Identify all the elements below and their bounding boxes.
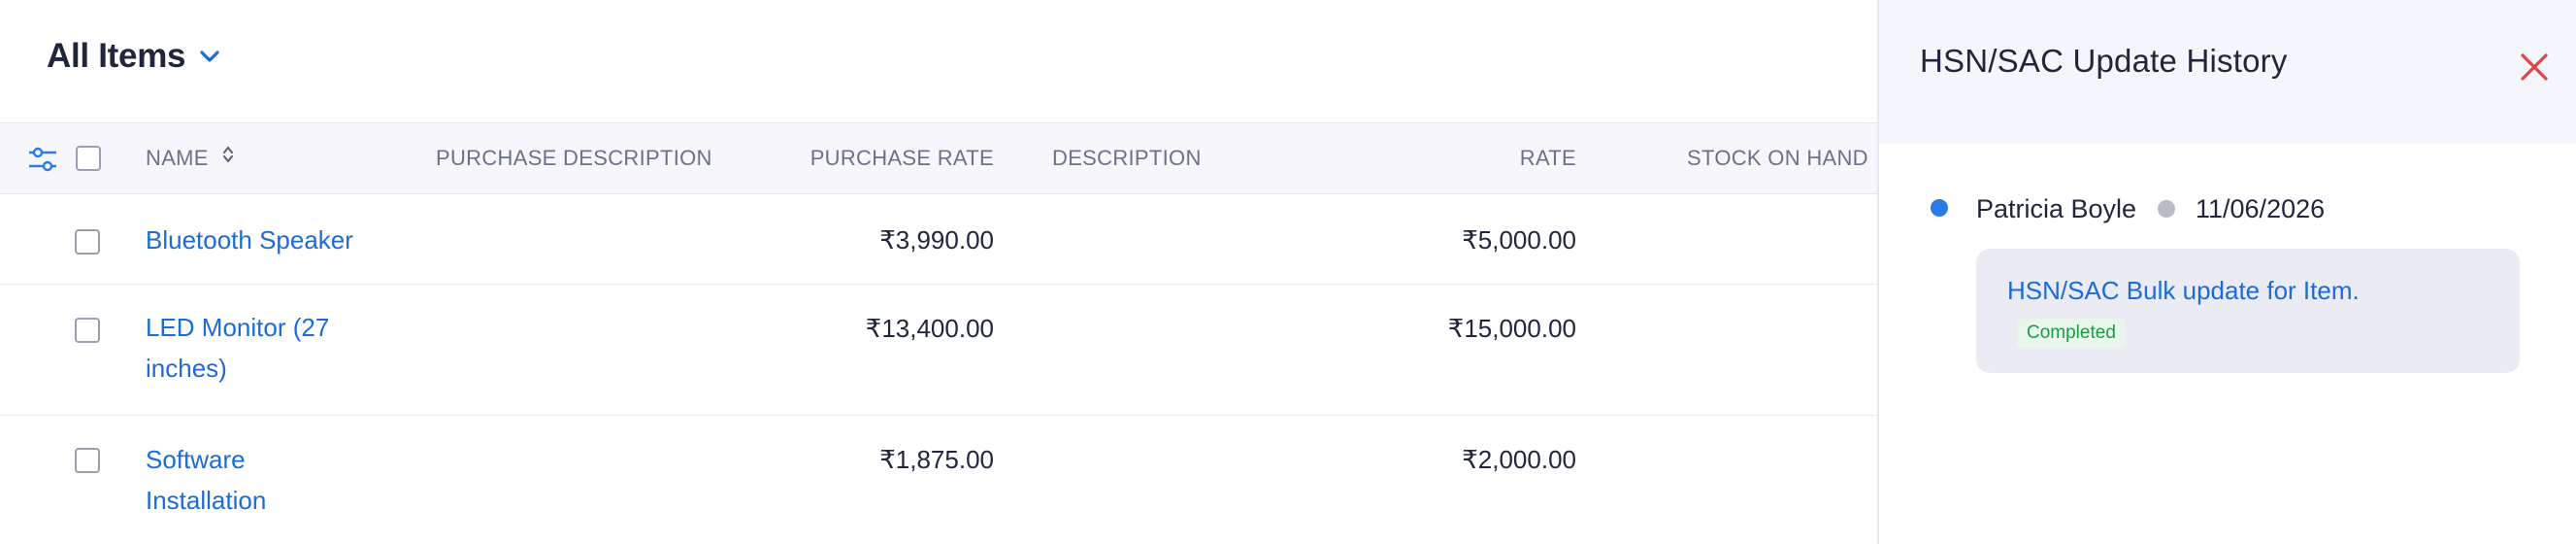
row-checkbox[interactable] xyxy=(75,229,100,255)
row-checkbox[interactable] xyxy=(75,448,100,473)
panel-header: HSN/SAC Update History xyxy=(1879,0,2576,144)
column-header-purchase-rate[interactable]: PURCHASE RATE xyxy=(738,123,994,193)
column-header-purchase-description[interactable]: PURCHASE DESCRIPTION xyxy=(436,123,712,193)
column-header-name[interactable]: NAME xyxy=(146,123,234,193)
items-list-pane: All Items NAME PURCHASE DESCRIPTION PURC… xyxy=(0,0,1877,544)
hsn-sac-history-panel: HSN/SAC Update History Patricia Boyle 11… xyxy=(1877,0,2576,544)
view-title: All Items xyxy=(47,37,186,75)
status-badge: Completed xyxy=(2017,319,2126,348)
view-selector[interactable]: All Items xyxy=(47,37,220,76)
table-row[interactable]: Software Installation ₹1,875.00 ₹2,000.0… xyxy=(0,416,1877,544)
chevron-down-icon xyxy=(199,50,220,63)
entry-action-link[interactable]: HSN/SAC Bulk update for Item. xyxy=(2007,276,2360,306)
item-name-link[interactable]: Bluetooth Speaker xyxy=(146,220,388,260)
table-row[interactable]: Bluetooth Speaker ₹3,990.00 ₹5,000.00 xyxy=(0,194,1877,285)
column-header-name-label: NAME xyxy=(146,146,209,170)
purchase-rate-value: ₹1,875.00 xyxy=(879,445,994,474)
panel-title: HSN/SAC Update History xyxy=(1920,43,2288,79)
column-header-rate[interactable]: RATE xyxy=(1359,123,1576,193)
rate-value: ₹5,000.00 xyxy=(1462,225,1576,255)
select-all-checkbox[interactable] xyxy=(76,146,101,171)
rate-value: ₹2,000.00 xyxy=(1462,445,1576,474)
close-icon[interactable] xyxy=(2520,52,2549,82)
row-checkbox[interactable] xyxy=(75,318,100,343)
list-header: All Items xyxy=(0,0,1877,122)
entry-card: HSN/SAC Bulk update for Item. Completed xyxy=(1976,249,2520,373)
items-page: All Items NAME PURCHASE DESCRIPTION PURC… xyxy=(0,0,2576,544)
sort-icon[interactable] xyxy=(222,122,234,192)
purchase-rate-value: ₹3,990.00 xyxy=(879,225,994,255)
timeline-dot xyxy=(1931,199,1948,217)
item-name-link[interactable]: Software Installation xyxy=(146,439,340,521)
table-row[interactable]: LED Monitor (27 inches) ₹13,400.00 ₹15,0… xyxy=(0,285,1877,416)
table-header: NAME PURCHASE DESCRIPTION PURCHASE RATE … xyxy=(0,122,1877,194)
column-header-stock-on-hand[interactable]: STOCK ON HAND xyxy=(1687,123,1868,193)
separator-dot xyxy=(2158,200,2175,218)
sliders-icon[interactable] xyxy=(27,145,58,174)
entry-date: 11/06/2026 xyxy=(2196,194,2326,223)
purchase-rate-value: ₹13,400.00 xyxy=(865,314,994,343)
item-name-link[interactable]: LED Monitor (27 inches) xyxy=(146,307,369,389)
rate-value: ₹15,000.00 xyxy=(1447,314,1576,343)
column-header-description[interactable]: DESCRIPTION xyxy=(1052,123,1202,193)
entry-user: Patricia Boyle xyxy=(1976,194,2137,223)
